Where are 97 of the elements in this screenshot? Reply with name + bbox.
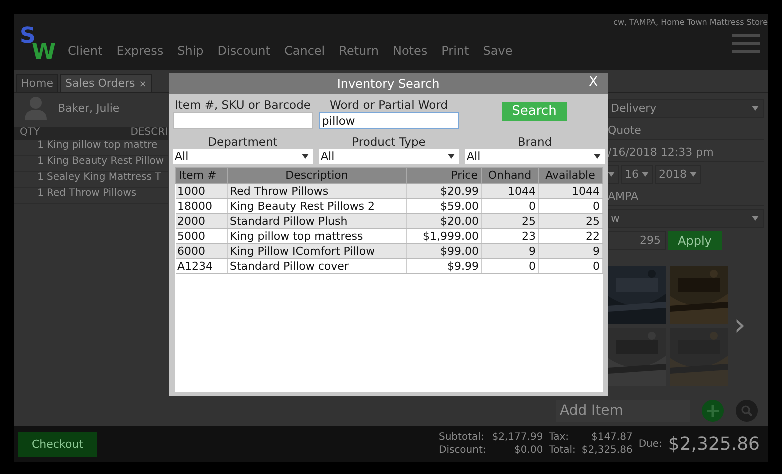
search-button[interactable]: Search [502, 102, 567, 121]
total-value: $2,177.99 [492, 431, 544, 444]
dialog-title: Inventory Search [337, 76, 440, 90]
close-button[interactable]: X [589, 75, 598, 90]
total-label: Tax: [549, 431, 570, 444]
nav-link[interactable]: Notes [392, 44, 428, 58]
table-cell-text: 1 [36, 172, 45, 185]
field-label: Product Type [352, 135, 426, 149]
total-value: $2,325.86 [582, 444, 633, 457]
due-label: Due: [638, 438, 662, 450]
nav-link[interactable]: Client [68, 44, 103, 58]
total-value: $147.87 [590, 431, 633, 444]
caret-icon [608, 172, 615, 177]
column-header: Onhand [482, 168, 538, 184]
plus-icon[interactable] [702, 400, 724, 422]
discount-field[interactable]: 295 [608, 231, 666, 250]
column-header: DESCRI [130, 127, 168, 140]
next-arrow[interactable]: › [734, 311, 746, 341]
tab[interactable]: Home [16, 74, 58, 92]
caret-icon [690, 172, 697, 177]
person-icon [24, 96, 48, 120]
input-field[interactable] [173, 112, 313, 129]
table-cell: $9.99 [406, 258, 482, 274]
caret-icon [642, 172, 649, 177]
apply-button[interactable]: Apply [668, 231, 722, 250]
table-cell-text: 1 [36, 156, 45, 169]
table-cell: 25 [482, 214, 538, 228]
table-cell: $20.99 [406, 184, 482, 198]
table-cell: 25 [538, 214, 602, 228]
table-cell-text: King Beauty Rest Pillow [47, 156, 164, 169]
table-cell-text: 1 [36, 188, 45, 201]
field-label: Word or Partial Word [330, 98, 448, 112]
order-line[interactable]: 1 King pillow top mattre [14, 140, 168, 156]
caret-icon [752, 216, 759, 221]
order-line[interactable]: 1 Sealey King Mattress T [14, 172, 168, 188]
date-dropdown[interactable]: 16 [621, 165, 653, 184]
column-header: QTY [19, 127, 42, 140]
dropdown[interactable]: All [465, 149, 605, 164]
nav-link[interactable]: Express [116, 44, 164, 58]
store-info: cw, TAMPA, Home Town Mattress Store [614, 18, 768, 27]
nav-link[interactable]: Discount [218, 44, 270, 58]
field-label: Item #, SKU or Barcode [175, 98, 311, 112]
table-cell-text: 1 [36, 140, 45, 153]
menu-icon[interactable] [732, 33, 760, 53]
table-cell-text: King pillow top mattre [47, 140, 158, 153]
nav-link[interactable]: Print [442, 44, 470, 58]
table-cell: 1044 [482, 184, 538, 198]
dropdown[interactable]: w [608, 209, 764, 228]
date-dropdown[interactable]: 2018 [655, 165, 701, 184]
table-cell: A1234 [176, 258, 228, 274]
checkout-button[interactable]: Checkout [18, 432, 98, 456]
table-cell-text: Sealey King Mattress T [47, 172, 162, 185]
table-cell: 6000 [176, 244, 228, 258]
field-label: Department [208, 135, 278, 149]
add-item-field[interactable]: Add Item [556, 400, 690, 422]
table-cell: 2000 [176, 214, 228, 228]
table-cell: Standard Pillow Plush [228, 214, 406, 228]
close-icon[interactable]: × [139, 80, 147, 90]
total-value: $0.00 [514, 444, 544, 457]
field-label: Brand [518, 135, 552, 149]
column-header: Description [228, 168, 406, 184]
table-cell: $99.00 [406, 244, 482, 258]
caret-icon [448, 154, 455, 159]
search-icon[interactable] [736, 400, 758, 422]
dropdown[interactable]: All [173, 149, 313, 164]
tab[interactable]: Sales Orders × [60, 74, 152, 92]
table-cell: 1000 [176, 184, 228, 198]
nav-link[interactable]: Return [339, 44, 379, 58]
total-label: Total: [549, 444, 576, 457]
table-cell: 1044 [538, 184, 602, 198]
input-field[interactable]: pillow [319, 112, 459, 129]
table-cell-text: Red Throw Pillows [47, 188, 137, 201]
table-cell: 0 [482, 258, 538, 274]
column-header: Price [406, 168, 482, 184]
nav-link[interactable]: Cancel [284, 44, 326, 58]
table-cell: Standard Pillow cover [228, 258, 406, 274]
column-header: Item # [176, 168, 228, 184]
dropdown[interactable]: Delivery [608, 99, 764, 118]
table-cell: 9 [538, 244, 602, 258]
caret-icon [594, 154, 601, 159]
nav-link[interactable]: Ship [178, 44, 204, 58]
table-cell: 0 [538, 258, 602, 274]
table-cell: King Pillow IComfort Pillow [228, 244, 406, 258]
caret-icon [752, 106, 759, 111]
order-line[interactable]: 1 King Beauty Rest Pillow [14, 156, 168, 172]
total-label: Subtotal: [439, 431, 486, 444]
total-label: Discount: [439, 444, 486, 457]
dropdown[interactable]: All [319, 149, 459, 164]
table-cell: $20.00 [406, 214, 482, 228]
table-cell: 9 [482, 244, 538, 258]
order-line[interactable]: 1 Red Throw Pillows [14, 188, 168, 204]
customer-name: Baker, Julie [58, 102, 120, 114]
amount-due: $2,325.86 [668, 434, 760, 454]
column-header: Available [538, 168, 602, 184]
caret-icon [302, 154, 309, 159]
table-cell: Red Throw Pillows [228, 184, 406, 198]
nav-link[interactable]: Save [483, 44, 513, 58]
